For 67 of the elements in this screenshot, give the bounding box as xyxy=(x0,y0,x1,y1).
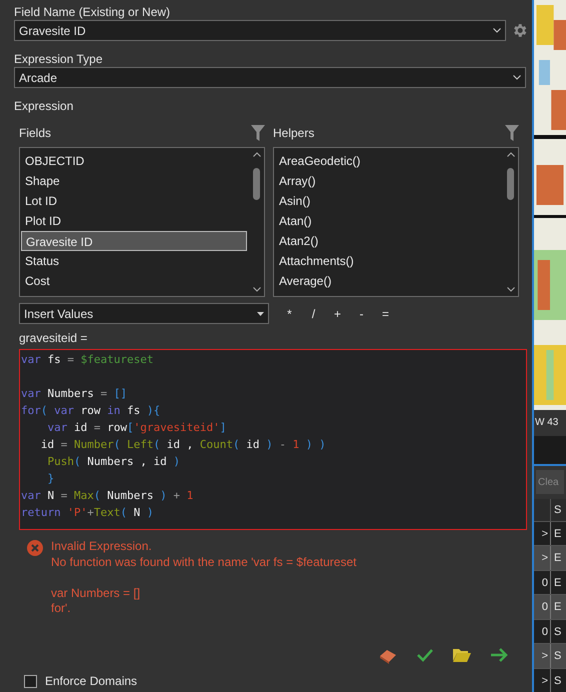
list-item[interactable]: Atan() xyxy=(275,211,501,231)
list-title: Fields xyxy=(19,125,52,142)
list-title: Helpers xyxy=(273,125,314,142)
table-cell-text: > xyxy=(540,674,548,688)
caret-down-icon xyxy=(257,312,264,316)
list-item[interactable]: AreaGeodetic() xyxy=(275,151,501,171)
folder-icon[interactable] xyxy=(453,648,471,662)
code-line: var N = Max( Numbers ) + 1 xyxy=(20,488,194,504)
filter-icon[interactable] xyxy=(251,125,265,141)
list-item[interactable]: Asin() xyxy=(275,191,501,211)
operator-button[interactable]: + xyxy=(327,304,348,322)
table-cell-text: 0 xyxy=(540,576,548,590)
chevron-down-icon xyxy=(493,28,501,33)
insert-values-dropdown[interactable]: Insert Values xyxy=(19,303,269,324)
eraser-icon[interactable] xyxy=(379,648,397,664)
section-label: Expression xyxy=(14,98,74,114)
operator-button[interactable]: * xyxy=(279,304,300,322)
code-line: var Numbers = [] xyxy=(20,386,127,402)
field-label: Field Name (Existing or New) xyxy=(14,4,172,20)
list-item[interactable]: Lot ID xyxy=(21,191,247,211)
list-item[interactable]: Status xyxy=(21,251,247,271)
expression-type-dropdown[interactable]: Arcade xyxy=(14,67,526,88)
code-line: var id = row['gravesiteid'] xyxy=(46,420,226,436)
code-line: var fs = $featureset xyxy=(20,352,154,368)
table-cell-text: > xyxy=(540,649,548,664)
operator-button[interactable]: - xyxy=(351,304,372,322)
table-cell-text: 0 xyxy=(540,624,548,640)
chevron-down-icon xyxy=(513,75,521,80)
gear-icon[interactable] xyxy=(511,22,528,39)
list-item[interactable]: Array() xyxy=(275,171,501,191)
chevron-down-icon[interactable] xyxy=(252,287,260,292)
table-cell: S xyxy=(550,668,566,692)
list-item[interactable]: Gravesite ID xyxy=(21,231,247,251)
code-line: return 'P'+Text( N ) xyxy=(20,505,154,521)
scrollbar-thumb[interactable] xyxy=(507,168,514,200)
list-item[interactable]: Average() xyxy=(275,271,501,291)
list-item[interactable]: Plot ID xyxy=(21,211,247,231)
code-line: id = Number( Left( id , Count( id ) - 1 ) ) xyxy=(40,437,326,453)
code-line: } xyxy=(46,471,54,487)
field-label: Expression Type xyxy=(14,51,104,67)
target-label: gravesiteid = xyxy=(18,330,88,346)
list-item[interactable]: Atan2() xyxy=(275,231,501,251)
chevron-up-icon[interactable] xyxy=(506,152,514,157)
code-editor[interactable] xyxy=(19,349,527,530)
table-cell-text: > xyxy=(540,551,548,566)
error-message: No function was found with the name 'var fs = $featureset var Numbers = [] for'. xyxy=(51,554,356,616)
list-item[interactable]: OBJECTID xyxy=(21,151,247,171)
code-line: for( var row in fs ){ xyxy=(20,403,160,419)
code-line: Push( Numbers , id ) xyxy=(46,454,180,470)
chevron-up-icon[interactable] xyxy=(252,152,260,157)
chevron-down-icon[interactable] xyxy=(506,287,514,292)
checkbox[interactable] xyxy=(24,674,37,688)
filter-icon[interactable] xyxy=(505,125,519,141)
checkbox-label: Enforce Domains xyxy=(45,673,138,690)
list-item[interactable]: Cost xyxy=(21,271,247,291)
error-icon xyxy=(27,540,43,556)
checkmark-icon[interactable] xyxy=(417,648,433,662)
error-title: Invalid Expression. xyxy=(51,539,152,554)
field-name-dropdown[interactable]: Gravesite ID xyxy=(14,20,506,41)
list-item[interactable]: Shape xyxy=(21,171,247,191)
table-cell-text: 0 xyxy=(540,600,548,615)
table-cell-text: > xyxy=(540,526,548,542)
scrollbar-thumb[interactable] xyxy=(253,168,260,200)
list-item[interactable]: Attachments() xyxy=(275,251,501,271)
operator-button[interactable]: = xyxy=(375,304,396,322)
operator-button[interactable]: / xyxy=(303,304,324,322)
arrow-right-icon[interactable] xyxy=(491,648,508,662)
